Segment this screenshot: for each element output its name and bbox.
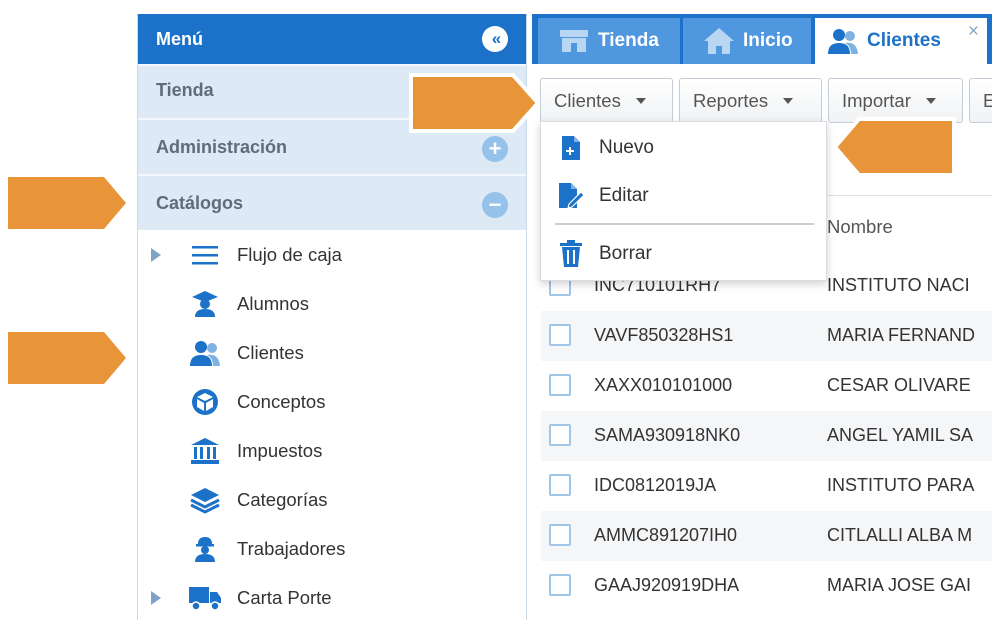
menu-item-borrar[interactable]: Borrar: [541, 230, 826, 278]
annotation-arrow-right-clientes: [8, 332, 126, 384]
sidebar-item-carta-porte[interactable]: Carta Porte: [138, 573, 526, 620]
clientes-menu-button[interactable]: Clientes: [540, 78, 673, 123]
button-label: E: [983, 89, 992, 111]
sidebar-item-alumnos[interactable]: Alumnos: [138, 279, 526, 328]
table-row[interactable]: GAAJ920919DHA MARIA JOSE GAI: [541, 561, 992, 611]
menu-item-nuevo[interactable]: Nuevo: [541, 124, 826, 172]
cell-rfc: IDC0812019JA: [594, 475, 717, 495]
button-label: Importar: [842, 89, 911, 111]
button-label: Clientes: [554, 89, 621, 111]
menu-separator: [555, 223, 814, 225]
menu-title: Menú: [156, 28, 203, 49]
menu-item-label: Borrar: [599, 243, 652, 264]
store-icon: [558, 27, 590, 55]
caret-down-icon: [783, 97, 794, 104]
section-catalogos[interactable]: Catálogos −: [138, 174, 526, 230]
reportes-menu-button[interactable]: Reportes: [679, 78, 822, 123]
sidebar-item-label: Trabajadores: [237, 537, 346, 559]
row-checkbox[interactable]: [549, 574, 571, 596]
caret-down-icon: [635, 97, 646, 104]
users-icon: [827, 27, 859, 55]
more-menu-button[interactable]: E: [969, 78, 992, 123]
double-chevron-left-icon[interactable]: «: [482, 26, 508, 52]
menu-item-label: Nuevo: [599, 137, 654, 158]
cell-nombre: INSTITUTO PARA: [827, 475, 975, 495]
cell-nombre: CESAR OLIVARE: [827, 375, 971, 395]
tab-label: Inicio: [743, 30, 793, 51]
tab-label: Tienda: [598, 30, 659, 51]
cell-rfc: VAVF850328HS1: [594, 325, 734, 345]
menu-item-editar[interactable]: Editar: [541, 172, 826, 220]
annotation-arrow-right-toolbar: [409, 73, 540, 133]
sidebar-item-label: Carta Porte: [237, 586, 332, 608]
menu-item-label: Editar: [599, 185, 649, 206]
table-row[interactable]: SAMA930918NK0 ANGEL YAMIL SA: [541, 411, 992, 461]
catalog-list: Flujo de caja Alumnos Clientes Conceptos…: [138, 230, 526, 620]
tab-clientes[interactable]: Clientes ×: [815, 18, 987, 64]
sidebar-item-label: Conceptos: [237, 390, 326, 412]
expand-arrow-icon[interactable]: [151, 247, 161, 262]
sidebar-item-label: Alumnos: [237, 292, 309, 314]
sidebar-item-conceptos[interactable]: Conceptos: [138, 377, 526, 426]
section-label: Catálogos: [156, 192, 244, 213]
sidebar-item-label: Flujo de caja: [237, 243, 342, 265]
plus-circle-icon[interactable]: +: [482, 136, 508, 162]
tab-tienda[interactable]: Tienda: [538, 18, 680, 64]
annotation-arrow-left-nuevo: [832, 117, 956, 177]
row-checkbox[interactable]: [549, 474, 571, 496]
sidebar-item-clientes[interactable]: Clientes: [138, 328, 526, 377]
caret-down-icon: [925, 97, 936, 104]
cube-icon: [188, 387, 222, 417]
cell-nombre: ANGEL YAMIL SA: [827, 425, 974, 445]
button-label: Reportes: [693, 89, 769, 111]
cell-nombre: MARIA JOSE GAI: [827, 575, 972, 595]
row-checkbox[interactable]: [549, 374, 571, 396]
section-label: Tienda: [156, 79, 214, 100]
row-checkbox[interactable]: [549, 524, 571, 546]
table-row[interactable]: XAXX010101000 CESAR OLIVARE: [541, 361, 992, 411]
close-icon[interactable]: ×: [968, 21, 979, 43]
table-row[interactable]: IDC0812019JA INSTITUTO PARA: [541, 461, 992, 511]
expand-arrow-icon[interactable]: [151, 590, 161, 605]
section-label: Administración: [156, 136, 288, 157]
cell-rfc: XAXX010101000: [594, 375, 733, 395]
truck-icon: [188, 583, 222, 613]
cell-rfc: GAAJ920919DHA: [594, 575, 740, 595]
minus-circle-icon[interactable]: −: [482, 192, 508, 218]
row-checkbox[interactable]: [549, 324, 571, 346]
table-body: INC710101RH7 INSTITUTO NACI VAVF850328HS1 M…: [541, 261, 992, 611]
worker-icon: [188, 534, 222, 564]
cell-nombre: CITLALLI ALBA M: [827, 525, 973, 545]
sidebar-item-impuestos[interactable]: Impuestos: [138, 426, 526, 475]
cell-nombre: INSTITUTO NACI: [827, 275, 970, 295]
trash-icon: [557, 240, 585, 268]
list-icon: [188, 240, 222, 270]
tab-bar: Tienda Inicio Clientes ×: [532, 14, 992, 64]
new-document-icon: [557, 134, 585, 162]
sidebar-item-label: Impuestos: [237, 439, 323, 461]
cell-rfc: SAMA930918NK0: [594, 425, 741, 445]
clientes-dropdown-menu: Nuevo Editar Borrar: [540, 121, 827, 281]
users-icon: [188, 338, 222, 368]
sidebar-item-label: Clientes: [237, 341, 304, 363]
layers-icon: [188, 485, 222, 515]
sidebar-item-flujo-de-caja[interactable]: Flujo de caja: [138, 230, 526, 279]
cell-rfc: AMMC891207IH0: [594, 525, 738, 545]
tab-label: Clientes: [867, 30, 941, 51]
sidebar-item-categorias[interactable]: Categorías: [138, 475, 526, 524]
home-icon: [703, 27, 735, 55]
row-checkbox[interactable]: [549, 424, 571, 446]
sidebar-item-label: Categorías: [237, 488, 328, 510]
table-row[interactable]: VAVF850328HS1 MARIA FERNAND: [541, 311, 992, 361]
sidebar-item-trabajadores[interactable]: Trabajadores: [138, 524, 526, 573]
graduate-icon: [188, 289, 222, 319]
edit-document-icon: [557, 182, 585, 210]
table-row[interactable]: AMMC891207IH0 CITLALLI ALBA M: [541, 511, 992, 561]
bank-icon: [188, 436, 222, 466]
annotation-arrow-right-catalogos: [8, 177, 126, 229]
column-header-nombre[interactable]: Nombre: [827, 216, 893, 238]
cell-nombre: MARIA FERNAND: [827, 325, 976, 345]
tab-inicio[interactable]: Inicio: [683, 18, 811, 64]
menu-header: Menú «: [138, 14, 526, 64]
